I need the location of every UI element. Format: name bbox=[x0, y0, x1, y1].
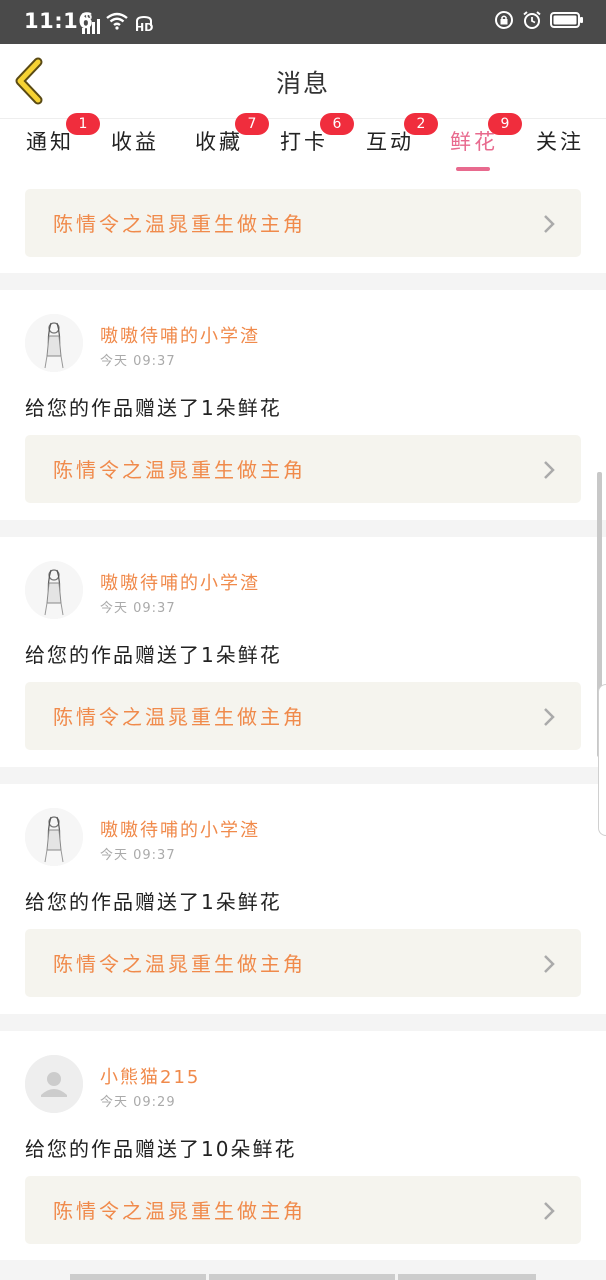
tab-label: 关注 bbox=[536, 130, 584, 154]
work-card[interactable]: 陈情令之温晁重生做主角 bbox=[25, 682, 581, 750]
lock-rotation-icon bbox=[494, 10, 514, 34]
tab-label: 通知 bbox=[26, 130, 74, 154]
tab-label: 收藏 bbox=[195, 130, 243, 154]
tab-favorites[interactable]: 收藏 7 bbox=[195, 113, 269, 171]
signal-icon: 4G bbox=[80, 12, 100, 34]
user-avatar[interactable] bbox=[25, 561, 83, 619]
tab-checkin[interactable]: 打卡 6 bbox=[280, 113, 354, 171]
work-title: 陈情令之温晁重生做主角 bbox=[53, 705, 306, 729]
sender-name[interactable]: 嗷嗷待哺的小学渣 bbox=[100, 322, 260, 348]
work-title: 陈情令之温晁重生做主角 bbox=[53, 212, 306, 236]
hd-icon: HD bbox=[134, 16, 154, 34]
sketch-avatar-icon bbox=[25, 561, 83, 619]
section-divider bbox=[0, 767, 606, 784]
status-right-icons bbox=[494, 10, 584, 34]
section-divider bbox=[0, 1014, 606, 1031]
tab-notice[interactable]: 通知 1 bbox=[26, 113, 100, 171]
message-time: 今天 09:37 bbox=[100, 601, 176, 616]
tab-bar: 通知 1 收益 收藏 7 打卡 6 互动 2 鲜花 9 关注 bbox=[0, 113, 606, 177]
message-time: 今天 09:37 bbox=[100, 848, 176, 863]
chevron-right-icon bbox=[544, 461, 555, 479]
status-bar: 11:16 4G HD bbox=[0, 0, 606, 44]
work-card[interactable]: 陈情令之温晁重生做主角 bbox=[25, 1176, 581, 1244]
section-divider bbox=[0, 273, 606, 290]
work-card[interactable]: 陈情令之温晁重生做主角 bbox=[25, 189, 581, 257]
sender-name[interactable]: 小熊猫215 bbox=[100, 1063, 200, 1089]
work-title: 陈情令之温晁重生做主角 bbox=[53, 458, 306, 482]
tab-earnings[interactable]: 收益 bbox=[111, 127, 159, 171]
sender-name[interactable]: 嗷嗷待哺的小学渣 bbox=[100, 569, 260, 595]
section-divider bbox=[0, 520, 606, 537]
bottom-nav-hint bbox=[70, 1274, 206, 1280]
page-title: 消息 bbox=[275, 69, 330, 98]
alarm-icon bbox=[522, 10, 542, 34]
work-card[interactable]: 陈情令之温晁重生做主角 bbox=[25, 929, 581, 997]
tab-badge: 2 bbox=[404, 113, 438, 135]
tab-badge: 6 bbox=[320, 113, 354, 135]
tab-badge: 1 bbox=[66, 113, 100, 135]
tab-label: 打卡 bbox=[280, 130, 328, 154]
bottom-nav-hint bbox=[209, 1274, 395, 1280]
hd-label: HD bbox=[135, 21, 154, 34]
message-text: 给您的作品赠送了10朵鲜花 bbox=[25, 1137, 297, 1161]
chevron-right-icon bbox=[544, 708, 555, 726]
message-text: 给您的作品赠送了1朵鲜花 bbox=[25, 890, 282, 914]
sender-name[interactable]: 嗷嗷待哺的小学渣 bbox=[100, 816, 260, 842]
chevron-right-icon bbox=[544, 215, 555, 233]
work-title: 陈情令之温晁重生做主角 bbox=[53, 952, 306, 976]
message-text: 给您的作品赠送了1朵鲜花 bbox=[25, 643, 282, 667]
default-avatar-icon bbox=[25, 1055, 83, 1113]
work-card[interactable]: 陈情令之温晁重生做主角 bbox=[25, 435, 581, 503]
tab-label: 收益 bbox=[111, 130, 159, 154]
user-avatar[interactable] bbox=[25, 808, 83, 866]
bottom-nav-hint bbox=[398, 1274, 536, 1280]
header-bar: 消息 bbox=[0, 44, 606, 118]
user-avatar[interactable] bbox=[25, 1055, 83, 1113]
status-left-icons: 4G HD bbox=[80, 12, 154, 34]
message-text: 给您的作品赠送了1朵鲜花 bbox=[25, 396, 282, 420]
tab-interaction[interactable]: 互动 2 bbox=[366, 113, 438, 171]
wifi-icon bbox=[106, 12, 128, 34]
tab-badge: 9 bbox=[488, 113, 522, 135]
sketch-avatar-icon bbox=[25, 808, 83, 866]
edge-swipe-handle[interactable] bbox=[598, 684, 606, 836]
message-time: 今天 09:37 bbox=[100, 354, 176, 369]
sketch-avatar-icon bbox=[25, 314, 83, 372]
message-time: 今天 09:29 bbox=[100, 1095, 176, 1110]
battery-icon bbox=[550, 11, 584, 33]
tab-flowers[interactable]: 鲜花 9 bbox=[450, 113, 522, 171]
active-tab-indicator bbox=[456, 167, 490, 171]
user-avatar[interactable] bbox=[25, 314, 83, 372]
tab-badge: 7 bbox=[235, 113, 269, 135]
work-title: 陈情令之温晁重生做主角 bbox=[53, 1199, 306, 1223]
chevron-right-icon bbox=[544, 955, 555, 973]
chevron-right-icon bbox=[544, 1202, 555, 1220]
tab-follow[interactable]: 关注 bbox=[536, 127, 584, 171]
network-type-label: 4G bbox=[80, 12, 93, 21]
